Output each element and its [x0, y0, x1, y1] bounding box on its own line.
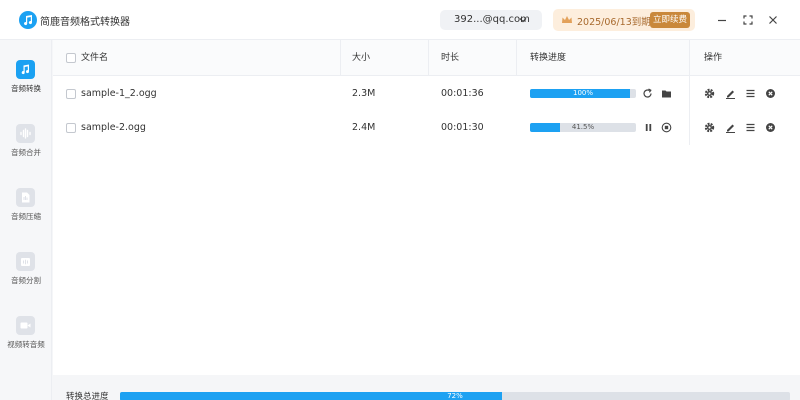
video-icon	[16, 316, 35, 335]
sidebar-item-video-to-audio[interactable]: 视频转音频	[0, 316, 52, 366]
menu-icon	[746, 89, 755, 98]
refresh-icon	[643, 88, 652, 98]
sidebar-item-label: 音频压缩	[11, 212, 41, 221]
total-progress-label: 转换总进度	[66, 392, 109, 400]
menu-button[interactable]	[745, 88, 756, 99]
total-progress-bar: 72%	[120, 392, 790, 400]
column-header-name: 文件名	[81, 53, 109, 63]
column-header-duration: 时长	[441, 53, 460, 63]
table-row: sample-1_2.ogg 2.3M 00:01:36 100%	[53, 76, 800, 111]
retry-button[interactable]	[642, 88, 653, 99]
split-icon	[16, 252, 35, 271]
sidebar-item-label: 音频分割	[11, 276, 41, 285]
gear-icon	[704, 88, 715, 99]
settings-button[interactable]	[704, 88, 715, 99]
app-title: 简鹿音频格式转换器	[40, 17, 130, 28]
edit-button[interactable]	[725, 122, 736, 133]
sidebar-item-label: 视频转音频	[7, 340, 45, 349]
progress-text: 100%	[572, 89, 593, 97]
table-header: 文件名 大小 时长 转换进度 操作	[53, 40, 800, 76]
pause-icon	[645, 124, 652, 131]
select-all-checkbox[interactable]	[66, 53, 76, 63]
gear-icon	[704, 122, 715, 133]
column-divider	[428, 40, 429, 76]
crown-icon	[562, 16, 572, 23]
minimize-button[interactable]	[714, 12, 730, 28]
file-name: sample-2.ogg	[81, 122, 146, 133]
file-table: 文件名 大小 时长 转换进度 操作 sample-1_2.ogg 2.3M 00…	[53, 40, 800, 375]
open-folder-button[interactable]	[661, 88, 672, 99]
close-circle-icon	[766, 89, 775, 98]
pencil-icon	[726, 124, 735, 133]
renew-button[interactable]: 立即续费	[650, 12, 690, 28]
menu-button[interactable]	[745, 122, 756, 133]
folder-icon	[662, 90, 671, 98]
column-header-size: 大小	[352, 53, 371, 63]
file-duration: 00:01:30	[441, 122, 484, 133]
remove-button[interactable]	[765, 88, 776, 99]
remove-button[interactable]	[765, 122, 776, 133]
progress-text: 41.5%	[571, 123, 595, 131]
row-progress-bar: 41.5%	[530, 123, 636, 132]
file-size: 2.4M	[352, 122, 376, 133]
sidebar-item-audio-compress[interactable]: 音频压缩	[0, 188, 52, 238]
chevron-down-icon	[519, 18, 527, 23]
minimize-icon	[718, 19, 726, 22]
music-note-icon	[16, 60, 35, 79]
vip-expiry-date: 2025/06/13到期	[577, 17, 651, 28]
audio-wave-icon	[16, 124, 35, 143]
maximize-button[interactable]	[740, 12, 756, 28]
pause-button[interactable]	[643, 122, 654, 133]
column-header-progress: 转换进度	[530, 53, 567, 63]
sidebar-item-label: 音频转换	[11, 84, 41, 93]
file-size: 2.3M	[352, 88, 376, 99]
table-row: sample-2.ogg 2.4M 00:01:30 41.5%	[53, 110, 800, 145]
row-checkbox[interactable]	[66, 123, 76, 133]
close-button[interactable]	[765, 12, 781, 28]
pencil-icon	[726, 90, 735, 99]
title-bar: 简鹿音频格式转换器 392...@qq.com 2025/06/13到期 立即续…	[0, 0, 800, 40]
total-progress-bar-area: 转换总进度 72%	[53, 375, 800, 400]
vip-banner: 2025/06/13到期 立即续费	[553, 9, 695, 31]
file-name: sample-1_2.ogg	[81, 88, 157, 99]
column-header-actions: 操作	[704, 53, 723, 63]
app-logo-icon	[19, 11, 37, 29]
sidebar-item-audio-merge[interactable]: 音频合并	[0, 124, 52, 174]
sidebar-item-audio-split[interactable]: 音频分割	[0, 252, 52, 302]
stop-button[interactable]	[661, 122, 672, 133]
menu-icon	[746, 123, 755, 132]
edit-button[interactable]	[725, 88, 736, 99]
stop-icon	[661, 122, 672, 133]
sidebar-item-audio-convert[interactable]: 音频转换	[0, 60, 52, 110]
compress-file-icon	[16, 188, 35, 207]
account-dropdown[interactable]: 392...@qq.com	[440, 10, 542, 30]
row-checkbox[interactable]	[66, 89, 76, 99]
close-icon	[769, 16, 777, 24]
file-duration: 00:01:36	[441, 88, 484, 99]
total-progress-text: 72%	[447, 392, 463, 400]
maximize-icon	[743, 15, 753, 25]
settings-button[interactable]	[704, 122, 715, 133]
column-divider	[516, 40, 517, 76]
column-divider	[340, 40, 341, 76]
sidebar: 音频转换 音频合并 音频压缩 音频分割 视频转音频	[0, 40, 52, 400]
sidebar-item-label: 音频合并	[11, 148, 41, 157]
close-circle-icon	[766, 123, 775, 132]
row-progress-bar: 100%	[530, 89, 636, 98]
